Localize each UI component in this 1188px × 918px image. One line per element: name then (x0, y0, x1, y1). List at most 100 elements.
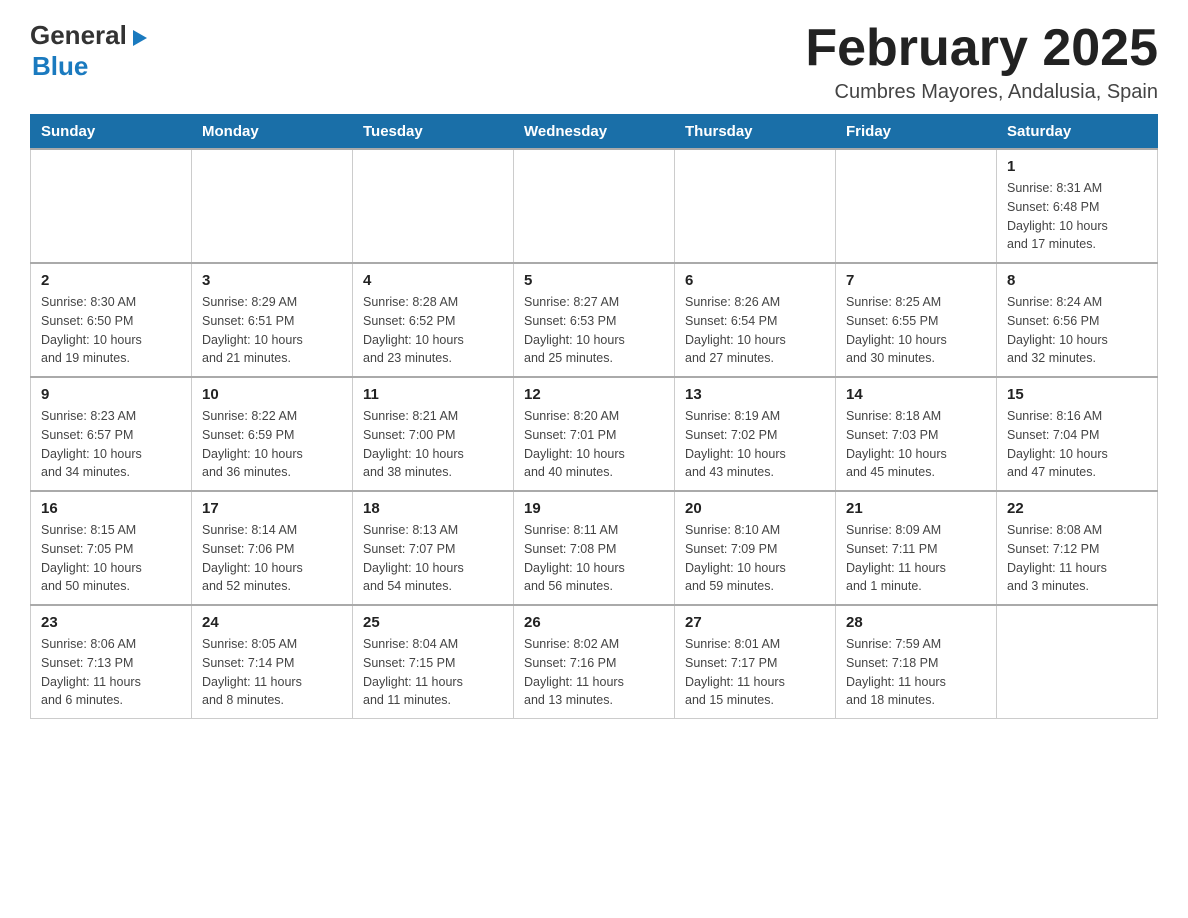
calendar-cell: 1 Sunrise: 8:31 AM Sunset: 6:48 PM Daylig… (997, 149, 1158, 263)
day-number: 20 (685, 500, 825, 517)
calendar-cell: 3 Sunrise: 8:29 AM Sunset: 6:51 PM Daylig… (192, 263, 353, 377)
day-info: Sunrise: 8:27 AM Sunset: 6:53 PM Dayligh… (524, 293, 664, 368)
logo-line2: Blue (30, 51, 88, 82)
day-info: Sunrise: 8:29 AM Sunset: 6:51 PM Dayligh… (202, 293, 342, 368)
calendar-cell (31, 149, 192, 263)
weekday-header-sunday: Sunday (31, 115, 192, 150)
day-info: Sunrise: 8:23 AM Sunset: 6:57 PM Dayligh… (41, 407, 181, 482)
calendar-cell: 28 Sunrise: 7:59 AM Sunset: 7:18 PM Dayli… (836, 605, 997, 719)
calendar-cell (514, 149, 675, 263)
calendar-cell: 2 Sunrise: 8:30 AM Sunset: 6:50 PM Daylig… (31, 263, 192, 377)
day-info: Sunrise: 8:22 AM Sunset: 6:59 PM Dayligh… (202, 407, 342, 482)
day-number: 19 (524, 500, 664, 517)
calendar-cell: 23 Sunrise: 8:06 AM Sunset: 7:13 PM Dayli… (31, 605, 192, 719)
logo-line1: General (30, 20, 149, 51)
calendar-cell: 14Sunrise: 8:18 AM Sunset: 7:03 PM Dayli… (836, 377, 997, 491)
calendar-cell: 27 Sunrise: 8:01 AM Sunset: 7:17 PM Dayli… (675, 605, 836, 719)
calendar-cell: 11 Sunrise: 8:21 AM Sunset: 7:00 PM Dayli… (353, 377, 514, 491)
calendar-cell: 13 Sunrise: 8:19 AM Sunset: 7:02 PM Dayli… (675, 377, 836, 491)
day-info: Sunrise: 8:10 AM Sunset: 7:09 PM Dayligh… (685, 521, 825, 596)
day-info: Sunrise: 8:13 AM Sunset: 7:07 PM Dayligh… (363, 521, 503, 596)
calendar-cell: 22 Sunrise: 8:08 AM Sunset: 7:12 PM Dayli… (997, 491, 1158, 605)
day-info: Sunrise: 8:25 AM Sunset: 6:55 PM Dayligh… (846, 293, 986, 368)
day-info: Sunrise: 8:20 AM Sunset: 7:01 PM Dayligh… (524, 407, 664, 482)
day-number: 6 (685, 272, 825, 289)
day-info: Sunrise: 8:14 AM Sunset: 7:06 PM Dayligh… (202, 521, 342, 596)
calendar-cell: 10 Sunrise: 8:22 AM Sunset: 6:59 PM Dayli… (192, 377, 353, 491)
day-info: Sunrise: 8:08 AM Sunset: 7:12 PM Dayligh… (1007, 521, 1147, 596)
day-number: 26 (524, 614, 664, 631)
calendar-week-row: 16 Sunrise: 8:15 AM Sunset: 7:05 PM Dayli… (31, 491, 1158, 605)
calendar-table: SundayMondayTuesdayWednesdayThursdayFrid… (30, 114, 1158, 719)
calendar-cell: 16 Sunrise: 8:15 AM Sunset: 7:05 PM Dayli… (31, 491, 192, 605)
weekday-header-thursday: Thursday (675, 115, 836, 150)
day-number: 8 (1007, 272, 1147, 289)
day-info: Sunrise: 8:21 AM Sunset: 7:00 PM Dayligh… (363, 407, 503, 482)
day-number: 10 (202, 386, 342, 403)
location: Cumbres Mayores, Andalusia, Spain (805, 81, 1158, 104)
day-number: 28 (846, 614, 986, 631)
day-number: 27 (685, 614, 825, 631)
day-number: 15 (1007, 386, 1147, 403)
day-number: 1 (1007, 158, 1147, 175)
day-number: 7 (846, 272, 986, 289)
calendar-cell: 15 Sunrise: 8:16 AM Sunset: 7:04 PM Dayli… (997, 377, 1158, 491)
logo-triangle-icon (129, 28, 149, 46)
day-info: Sunrise: 8:24 AM Sunset: 6:56 PM Dayligh… (1007, 293, 1147, 368)
day-number: 3 (202, 272, 342, 289)
month-title: February 2025 (805, 20, 1158, 77)
day-info: Sunrise: 8:26 AM Sunset: 6:54 PM Dayligh… (685, 293, 825, 368)
weekday-header-wednesday: Wednesday (514, 115, 675, 150)
calendar-cell: 4 Sunrise: 8:28 AM Sunset: 6:52 PM Daylig… (353, 263, 514, 377)
day-number: 24 (202, 614, 342, 631)
calendar-cell: 12 Sunrise: 8:20 AM Sunset: 7:01 PM Dayli… (514, 377, 675, 491)
calendar-cell (997, 605, 1158, 719)
calendar-week-row: 9 Sunrise: 8:23 AM Sunset: 6:57 PM Daylig… (31, 377, 1158, 491)
logo: General Blue (30, 20, 149, 82)
day-number: 2 (41, 272, 181, 289)
weekday-header-friday: Friday (836, 115, 997, 150)
weekday-header-monday: Monday (192, 115, 353, 150)
day-number: 9 (41, 386, 181, 403)
calendar-week-row: 2 Sunrise: 8:30 AM Sunset: 6:50 PM Daylig… (31, 263, 1158, 377)
calendar-week-row: 1 Sunrise: 8:31 AM Sunset: 6:48 PM Daylig… (31, 149, 1158, 263)
calendar-cell: 19Sunrise: 8:11 AM Sunset: 7:08 PM Dayli… (514, 491, 675, 605)
calendar-cell: 9 Sunrise: 8:23 AM Sunset: 6:57 PM Daylig… (31, 377, 192, 491)
day-info: Sunrise: 8:16 AM Sunset: 7:04 PM Dayligh… (1007, 407, 1147, 482)
day-number: 25 (363, 614, 503, 631)
calendar-cell: 5Sunrise: 8:27 AM Sunset: 6:53 PM Daylig… (514, 263, 675, 377)
weekday-header-saturday: Saturday (997, 115, 1158, 150)
calendar-cell: 20 Sunrise: 8:10 AM Sunset: 7:09 PM Dayli… (675, 491, 836, 605)
day-number: 4 (363, 272, 503, 289)
day-number: 16 (41, 500, 181, 517)
day-number: 14 (846, 386, 986, 403)
day-info: Sunrise: 8:01 AM Sunset: 7:17 PM Dayligh… (685, 635, 825, 710)
day-info: Sunrise: 8:30 AM Sunset: 6:50 PM Dayligh… (41, 293, 181, 368)
calendar-cell: 21Sunrise: 8:09 AM Sunset: 7:11 PM Dayli… (836, 491, 997, 605)
day-number: 13 (685, 386, 825, 403)
day-info: Sunrise: 8:19 AM Sunset: 7:02 PM Dayligh… (685, 407, 825, 482)
day-info: Sunrise: 8:05 AM Sunset: 7:14 PM Dayligh… (202, 635, 342, 710)
day-info: Sunrise: 8:06 AM Sunset: 7:13 PM Dayligh… (41, 635, 181, 710)
day-number: 17 (202, 500, 342, 517)
day-number: 12 (524, 386, 664, 403)
day-number: 22 (1007, 500, 1147, 517)
logo-blue-text: Blue (32, 51, 88, 81)
day-info: Sunrise: 8:31 AM Sunset: 6:48 PM Dayligh… (1007, 179, 1147, 254)
day-number: 23 (41, 614, 181, 631)
day-info: Sunrise: 8:09 AM Sunset: 7:11 PM Dayligh… (846, 521, 986, 596)
weekday-header-tuesday: Tuesday (353, 115, 514, 150)
calendar-cell (192, 149, 353, 263)
calendar-cell: 7 Sunrise: 8:25 AM Sunset: 6:55 PM Daylig… (836, 263, 997, 377)
calendar-cell (675, 149, 836, 263)
day-info: Sunrise: 7:59 AM Sunset: 7:18 PM Dayligh… (846, 635, 986, 710)
day-info: Sunrise: 8:02 AM Sunset: 7:16 PM Dayligh… (524, 635, 664, 710)
page-header: General Blue February 2025 Cumbres Mayor… (30, 20, 1158, 104)
day-number: 11 (363, 386, 503, 403)
day-info: Sunrise: 8:15 AM Sunset: 7:05 PM Dayligh… (41, 521, 181, 596)
calendar-cell: 6 Sunrise: 8:26 AM Sunset: 6:54 PM Daylig… (675, 263, 836, 377)
day-info: Sunrise: 8:28 AM Sunset: 6:52 PM Dayligh… (363, 293, 503, 368)
day-info: Sunrise: 8:04 AM Sunset: 7:15 PM Dayligh… (363, 635, 503, 710)
calendar-cell: 17 Sunrise: 8:14 AM Sunset: 7:06 PM Dayli… (192, 491, 353, 605)
calendar-cell: 26 Sunrise: 8:02 AM Sunset: 7:16 PM Dayli… (514, 605, 675, 719)
